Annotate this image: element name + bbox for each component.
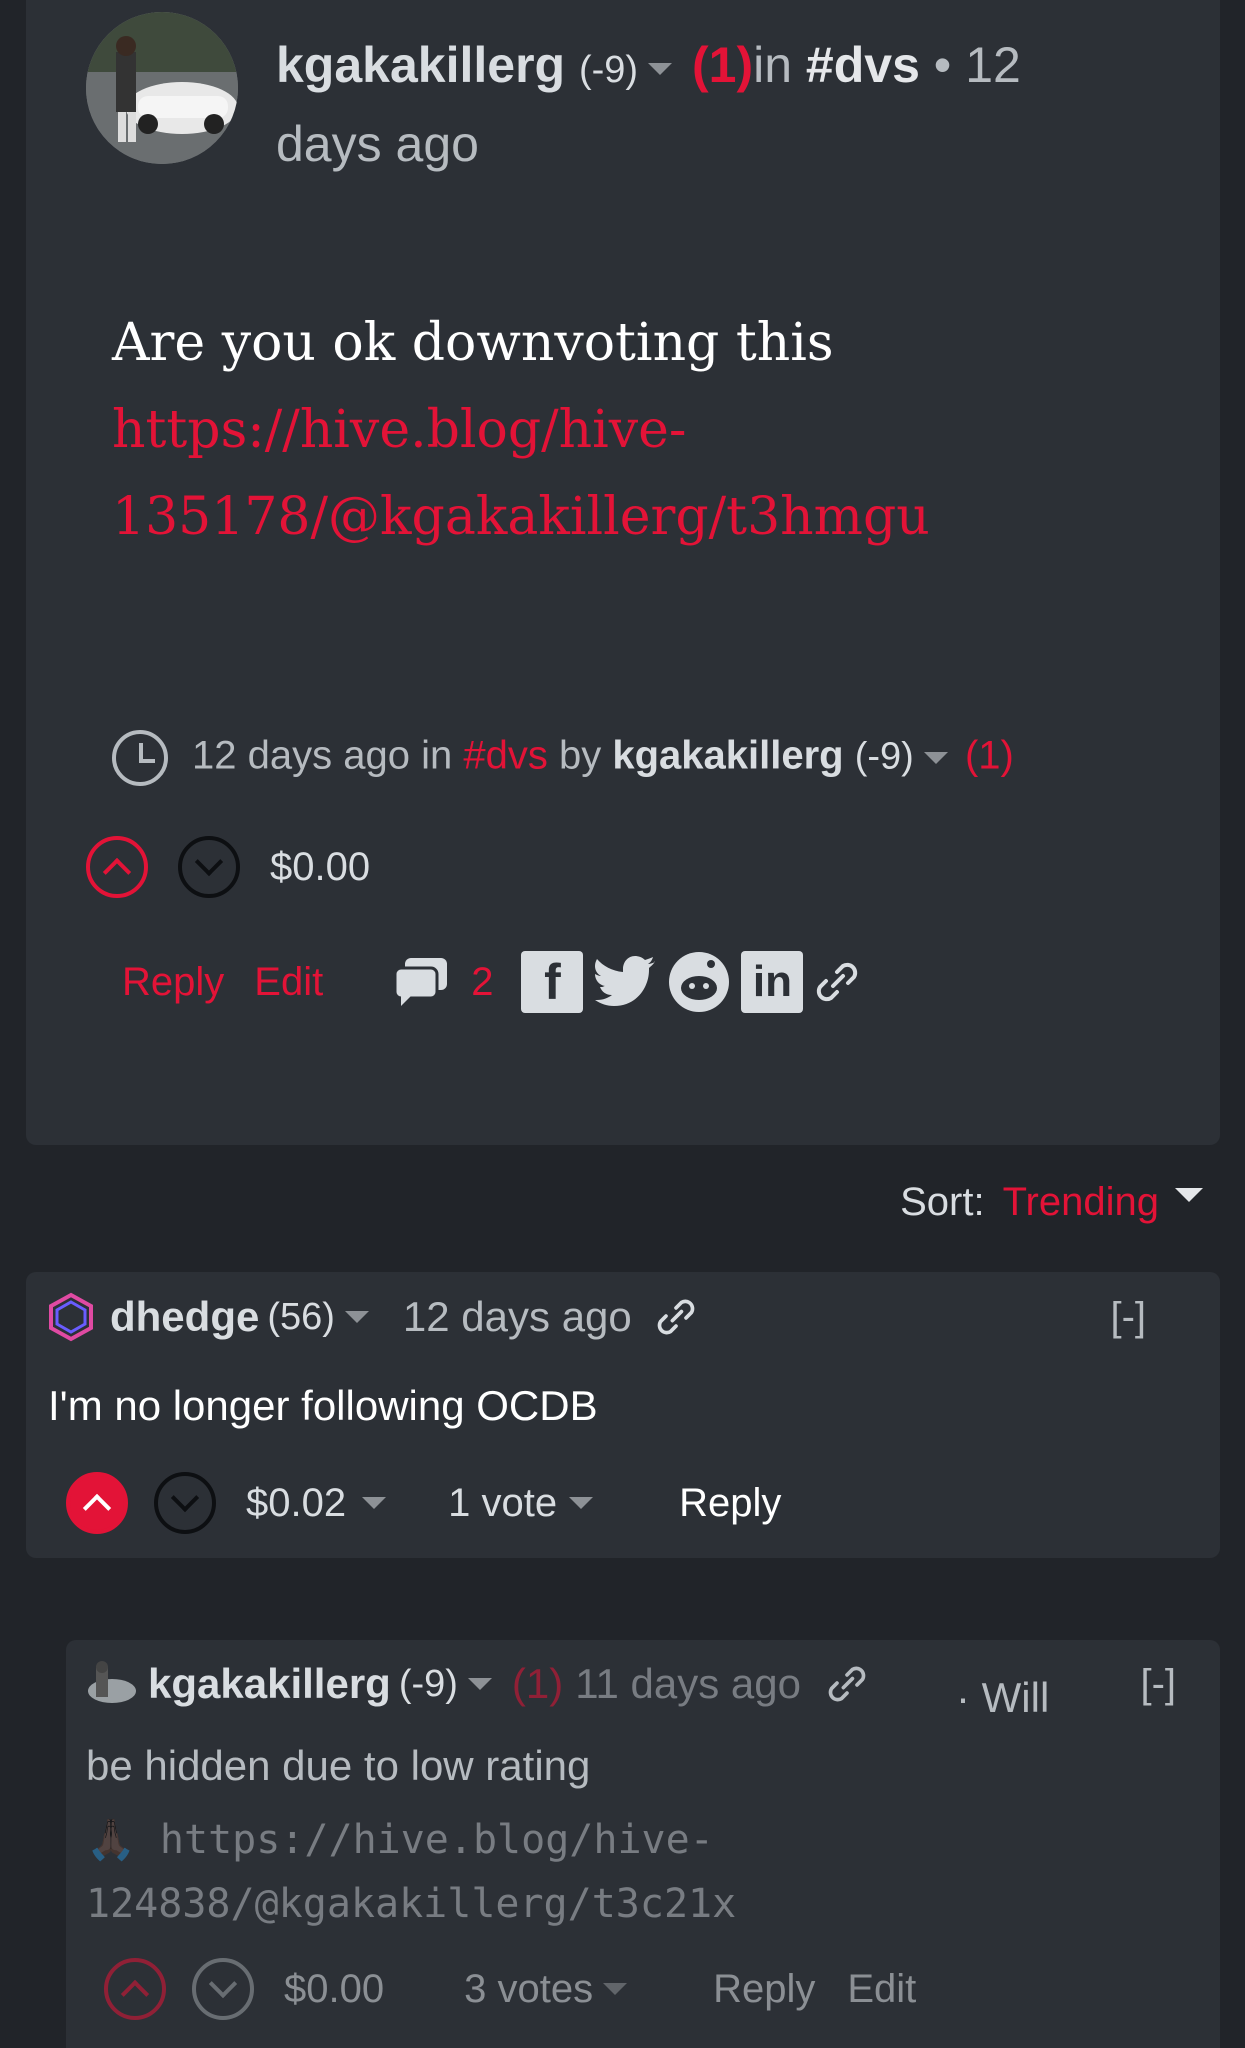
comment-body: I'm no longer following OCDB [48, 1382, 598, 1429]
twitter-icon[interactable] [593, 954, 657, 1010]
link-icon[interactable] [815, 960, 859, 1004]
footer-community[interactable]: #dvs [463, 734, 548, 778]
comment-payout[interactable]: $0.02 [246, 1481, 346, 1526]
sort-dropdown-icon[interactable] [1175, 1187, 1203, 1202]
post-card: kgakakillerg (-9) (1)in #dvs • 12 days a… [26, 0, 1220, 1145]
post-author-reputation: (-9) [578, 49, 639, 91]
avatar-photo-icon [86, 12, 238, 164]
linkedin-icon[interactable]: in [741, 951, 804, 1013]
post-body-link-line2[interactable]: 135178/@kgakakillerg/t3hmgu [112, 474, 1112, 561]
comment-age[interactable]: 12 days ago [403, 1293, 632, 1341]
payout-dropdown-icon[interactable] [362, 1497, 387, 1509]
upvote-button[interactable] [104, 1958, 166, 2020]
chevron-down-icon [170, 1483, 200, 1513]
reply-button[interactable]: Reply [713, 1967, 815, 2012]
comment-author-dropdown-icon[interactable] [344, 1311, 369, 1323]
in-word: in [753, 37, 793, 93]
chevron-down-icon [208, 1969, 238, 1999]
post-vote-row: $0.00 [86, 836, 370, 898]
footer-reputation: (-9) [854, 735, 914, 778]
edit-button[interactable]: Edit [254, 960, 323, 1005]
post-author[interactable]: kgakakillerg [276, 37, 565, 93]
clock-icon [112, 730, 168, 786]
reply-card: kgakakillerg (-9) (1) 11 days ago [-] · … [66, 1640, 1220, 2048]
prayer-emoji: 🙏🏿 [86, 1817, 136, 1863]
downvote-button[interactable] [178, 836, 240, 898]
facebook-icon[interactable]: f [521, 951, 584, 1013]
post-body-link-line1[interactable]: https://hive.blog/hive- [112, 387, 1112, 474]
reply-vote-row: $0.00 3 votes Reply Edit [104, 1958, 916, 2020]
reply-body-link-line1[interactable]: https://hive.blog/hive- [160, 1817, 714, 1863]
post-body-text: Are you ok downvoting this [112, 313, 834, 373]
comment-card: dhedge (56) 12 days ago [-] I'm no longe… [26, 1272, 1220, 1558]
reply-payout[interactable]: $0.00 [284, 1967, 384, 2012]
collapse-button[interactable]: [-] [1140, 1662, 1176, 1707]
reply-button[interactable]: Reply [679, 1481, 781, 1526]
reply-button[interactable]: Reply [122, 960, 224, 1005]
footer-by: by [558, 733, 602, 778]
downvote-button[interactable] [154, 1472, 216, 1534]
comment-header: dhedge (56) 12 days ago [-] [46, 1292, 1196, 1342]
post-action-row: Reply Edit 2 f in [122, 950, 859, 1014]
comment-reputation: (56) [267, 1295, 335, 1338]
upvote-button[interactable] [86, 836, 148, 898]
dhedge-avatar-icon[interactable] [46, 1292, 96, 1342]
sort-label: Sort: [900, 1180, 985, 1224]
footer-flags: (1) [964, 733, 1014, 778]
votes-dropdown-icon[interactable] [603, 1983, 628, 1995]
post-payout[interactable]: $0.00 [270, 845, 370, 890]
sort-control[interactable]: Sort: Trending [900, 1180, 1209, 1225]
reply-body: 🙏🏿 https://hive.blog/hive- 124838/@kgaka… [86, 1808, 736, 1936]
reddit-icon[interactable] [667, 950, 731, 1014]
comment-author[interactable]: dhedge [110, 1293, 259, 1341]
link-icon[interactable] [656, 1297, 696, 1337]
author-avatar[interactable] [86, 12, 238, 164]
sort-value[interactable]: Trending [1003, 1180, 1159, 1225]
edit-button[interactable]: Edit [847, 1967, 916, 2012]
post-community[interactable]: #dvs [806, 37, 920, 93]
chevron-up-icon [82, 1493, 112, 1523]
separator: • [933, 37, 952, 93]
comments-icon[interactable] [393, 956, 449, 1008]
footer-author[interactable]: kgakakillerg [612, 734, 843, 778]
comment-count[interactable]: 2 [471, 960, 493, 1005]
post-footer-meta: 12 days ago in #dvs by kgakakillerg (-9)… [112, 730, 1162, 786]
footer-author-dropdown-icon[interactable] [923, 752, 948, 764]
vote-count[interactable]: 1 vote [448, 1481, 557, 1526]
footer-age: 12 days ago in [192, 733, 453, 778]
chevron-up-icon [120, 1979, 150, 2009]
post-body: Are you ok downvoting this https://hive.… [112, 300, 1112, 561]
post-header: kgakakillerg (-9) (1)in #dvs • 12 days a… [276, 28, 1096, 181]
downvote-button[interactable] [192, 1958, 254, 2020]
vote-count[interactable]: 3 votes [464, 1967, 593, 2012]
votes-dropdown-icon[interactable] [569, 1497, 594, 1509]
chevron-up-icon [102, 857, 132, 887]
hidden-note: · Will be hidden due to low rating [86, 1674, 1050, 1789]
chevron-down-icon [194, 847, 224, 877]
reply-body-link-line2[interactable]: 124838/@kgakakillerg/t3c21x [86, 1872, 736, 1936]
upvote-button[interactable] [66, 1472, 128, 1534]
collapse-button[interactable]: [-] [1110, 1295, 1146, 1340]
comment-vote-row: $0.02 1 vote Reply [66, 1472, 781, 1534]
author-dropdown-icon[interactable] [648, 62, 673, 75]
flag-count: (1) [691, 37, 754, 93]
